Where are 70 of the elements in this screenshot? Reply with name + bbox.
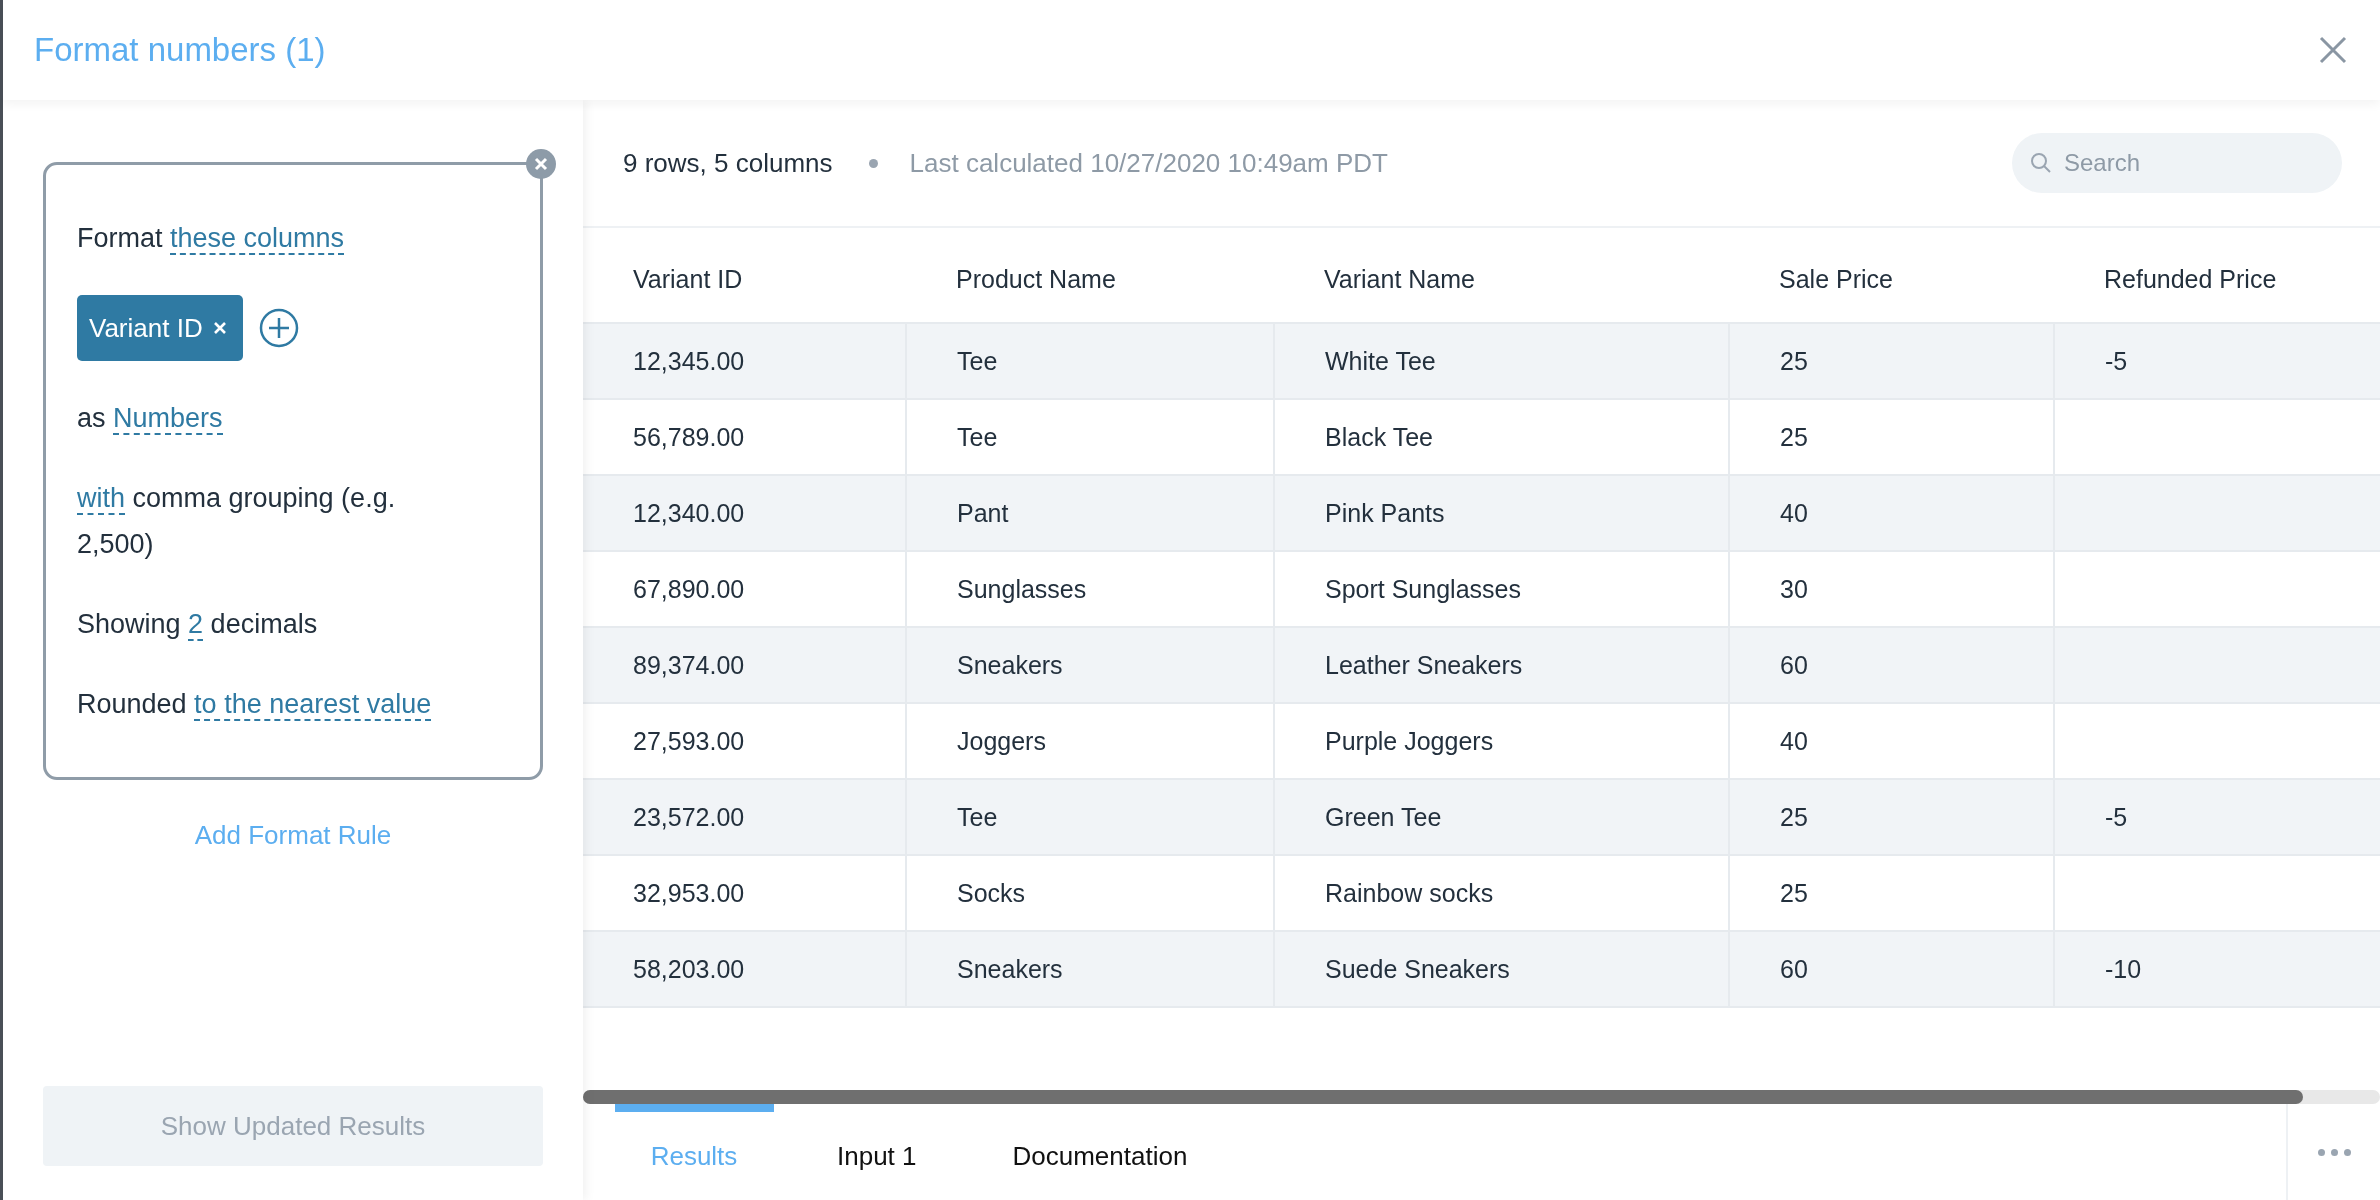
column-header[interactable]: Variant Name [1274, 228, 1729, 323]
table-cell: Tee [957, 802, 998, 831]
table-cell: 30 [1780, 574, 1808, 603]
table-cell: 25 [1780, 422, 1808, 451]
table-cell: Sneakers [957, 954, 1063, 983]
option-link[interactable]: with [77, 483, 125, 515]
table-cell: 56,789.00 [633, 422, 745, 451]
table-cell: Tee [957, 422, 998, 451]
table-cell: Sport Sunglasses [1325, 574, 1521, 603]
last-calculated-text: Last calculated 10/27/2020 10:49am PDT [909, 147, 1389, 179]
table-cell: Rainbow socks [1325, 878, 1494, 907]
table-cell: Joggers [957, 726, 1046, 755]
table-cell: 25 [1780, 878, 1808, 907]
rule-sentence: as Numbers [77, 402, 224, 437]
table-cell: 27,593.00 [633, 726, 745, 755]
rule-sentence: Showing 2 decimals [77, 608, 319, 643]
option-link[interactable]: 2 [188, 609, 204, 641]
table-cell: Purple Joggers [1325, 726, 1494, 755]
option-link[interactable]: these columns [170, 223, 345, 255]
table-cell: 12,340.00 [633, 498, 745, 527]
column-header[interactable]: Sale Price [1729, 228, 2054, 323]
table-cell: 40 [1780, 726, 1808, 755]
table-cell: 25 [1780, 346, 1808, 375]
table-cell: Sneakers [957, 650, 1063, 679]
close-icon[interactable] [2318, 35, 2348, 65]
table-cell: Pant [957, 498, 1009, 527]
add-icon[interactable] [258, 308, 299, 348]
scrollbar-thumb[interactable] [583, 1090, 2303, 1104]
tab[interactable]: Results [615, 1104, 774, 1200]
search-icon [2030, 152, 2052, 174]
table-cell: 89,374.00 [633, 650, 745, 679]
table-cell: 58,203.00 [633, 954, 745, 983]
table-cell: 67,890.00 [633, 574, 745, 603]
table-cell: 32,953.00 [633, 878, 745, 907]
table-cell: 25 [1780, 802, 1808, 831]
table-cell: Sunglasses [957, 574, 1087, 603]
remove-icon[interactable] [526, 149, 556, 179]
column-header[interactable]: Refunded Price [2054, 228, 2380, 323]
rule-sentence: Format these columns [77, 222, 346, 257]
table-cell: Tee [957, 346, 998, 375]
tab[interactable]: Input 1 [804, 1104, 950, 1200]
dialog-title: Format numbers (1) [34, 31, 326, 69]
column-header[interactable]: Variant ID [583, 228, 906, 323]
rule-sentence: Rounded to the nearest value [77, 688, 433, 723]
rule-sentence: with comma grouping (e.g. 2,500) [77, 482, 397, 561]
column-header[interactable]: Product Name [906, 228, 1274, 323]
table-cell: 60 [1780, 954, 1808, 983]
add-format-rule-link[interactable]: Add Format Rule [194, 820, 392, 851]
option-link[interactable]: to the nearest value [194, 689, 432, 721]
table-cell: 12,345.00 [633, 346, 745, 375]
table-cell: 60 [1780, 650, 1808, 679]
separator-dot [868, 158, 878, 168]
table-cell: 40 [1780, 498, 1808, 527]
option-link[interactable]: Numbers [113, 403, 223, 435]
remove-icon[interactable] [212, 321, 227, 335]
table-cell: -5 [2105, 802, 2128, 831]
table-cell: Green Tee [1325, 802, 1442, 831]
column-chip[interactable]: Variant ID [77, 295, 243, 361]
row-column-count: 9 rows, 5 columns [623, 147, 833, 179]
table-cell: Suede Sneakers [1325, 954, 1510, 983]
table-cell: -5 [2105, 346, 2128, 375]
table-cell: -10 [2105, 954, 2142, 983]
table-cell: White Tee [1325, 346, 1436, 375]
tab[interactable]: Documentation [979, 1104, 1221, 1200]
table-cell: Socks [957, 878, 1026, 907]
search-field[interactable]: Search [2012, 133, 2342, 193]
table-cell: Leather Sneakers [1325, 650, 1523, 679]
table-cell: Pink Pants [1325, 498, 1445, 527]
table-cell: 23,572.00 [633, 802, 745, 831]
table-cell: Black Tee [1325, 422, 1433, 451]
